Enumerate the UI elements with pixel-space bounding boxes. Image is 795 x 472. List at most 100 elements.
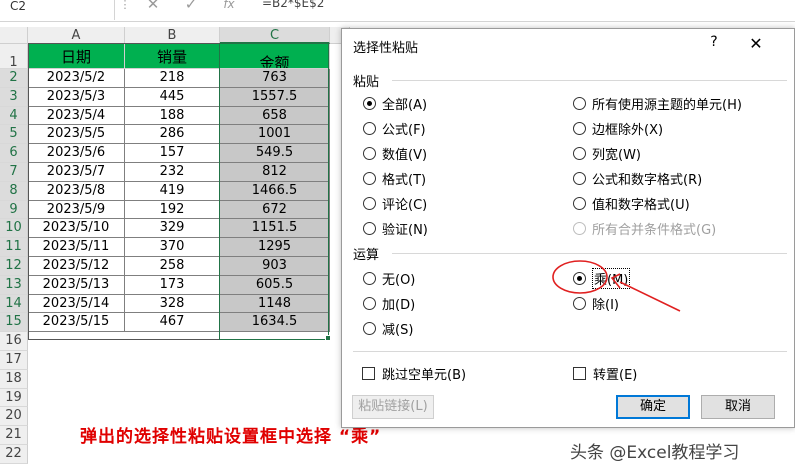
radio-button[interactable]	[573, 296, 586, 310]
table-cell[interactable]: 1001	[220, 125, 330, 145]
table-cell[interactable]: 1148	[220, 294, 330, 314]
table-cell[interactable]: 1295	[220, 238, 330, 257]
column-header-a[interactable]: A	[28, 27, 125, 44]
transpose-checkbox[interactable]: 转置(E)	[573, 363, 637, 383]
table-cell[interactable]: 1151.5	[220, 219, 330, 239]
skip-blanks-checkbox[interactable]: 跳过空单元(B)	[362, 363, 466, 383]
radio-button[interactable]	[573, 121, 586, 135]
row-header[interactable]: 11	[0, 238, 28, 257]
radio-option[interactable]: 减(S)	[363, 318, 413, 338]
table-cell[interactable]: 549.5	[220, 144, 330, 163]
radio-button[interactable]	[363, 171, 376, 185]
help-icon[interactable]: ?	[706, 34, 722, 52]
table-cell[interactable]: 605.5	[220, 275, 330, 295]
radio-option[interactable]: 边框除外(X)	[573, 118, 663, 138]
radio-button[interactable]	[363, 321, 376, 335]
row-header[interactable]: 13	[0, 275, 28, 295]
ok-button[interactable]: 确定	[616, 395, 690, 419]
radio-option[interactable]: 评论(C)	[363, 193, 427, 213]
radio-button[interactable]	[363, 296, 376, 310]
table-cell[interactable]: 1557.5	[220, 87, 330, 107]
checkbox-box[interactable]	[573, 366, 586, 380]
radio-option[interactable]: 所有使用源主题的单元(H)	[573, 93, 742, 113]
table-cell[interactable]: 445	[125, 87, 220, 107]
table-cell[interactable]: 2023/5/2	[28, 69, 125, 88]
row-header[interactable]: 7	[0, 163, 28, 182]
name-box[interactable]: C2	[0, 0, 115, 20]
row-header[interactable]: 6	[0, 144, 28, 163]
row-header[interactable]: 15	[0, 313, 28, 333]
column-header-c[interactable]: C	[220, 27, 330, 44]
radio-option[interactable]: 格式(T)	[363, 168, 426, 188]
table-cell[interactable]: 232	[125, 163, 220, 182]
checkbox-box[interactable]	[362, 366, 375, 380]
table-cell[interactable]: 329	[125, 219, 220, 239]
header-cell[interactable]: 销量	[125, 44, 220, 69]
row-header[interactable]: 22	[0, 445, 28, 464]
table-cell[interactable]: 2023/5/13	[28, 275, 125, 295]
radio-button[interactable]	[573, 171, 586, 185]
table-cell[interactable]: 2023/5/11	[28, 238, 125, 257]
table-cell[interactable]: 2023/5/3	[28, 87, 125, 107]
table-cell[interactable]: 328	[125, 294, 220, 314]
row-header[interactable]: 17	[0, 351, 28, 370]
table-cell[interactable]: 370	[125, 238, 220, 257]
table-cell[interactable]: 2023/5/10	[28, 219, 125, 239]
table-cell[interactable]: 1466.5	[220, 181, 330, 201]
row-header[interactable]: 5	[0, 125, 28, 145]
radio-button[interactable]	[363, 96, 376, 110]
radio-button[interactable]	[363, 121, 376, 135]
table-cell[interactable]: 258	[125, 257, 220, 276]
radio-option[interactable]: 乘(M)	[573, 267, 631, 289]
radio-option[interactable]: 公式和数字格式(R)	[573, 168, 702, 188]
row-header[interactable]: 2	[0, 69, 28, 88]
table-cell[interactable]: 173	[125, 275, 220, 295]
header-cell[interactable]: 金额	[220, 44, 330, 69]
radio-option[interactable]: 加(D)	[363, 293, 415, 313]
table-cell[interactable]: 188	[125, 106, 220, 126]
radio-option[interactable]: 验证(N)	[363, 218, 428, 238]
radio-option[interactable]: 除(I)	[573, 293, 619, 313]
header-cell[interactable]: 日期	[28, 44, 125, 69]
table-cell[interactable]: 157	[125, 144, 220, 163]
table-cell[interactable]: 672	[220, 200, 330, 220]
table-cell[interactable]: 812	[220, 163, 330, 182]
table-cell[interactable]: 2023/5/6	[28, 144, 125, 163]
row-header[interactable]: 4	[0, 106, 28, 126]
row-header[interactable]: 10	[0, 219, 28, 239]
row-header[interactable]: 1	[0, 44, 28, 70]
radio-button[interactable]	[573, 146, 586, 160]
column-header-b[interactable]: B	[125, 27, 220, 44]
radio-option[interactable]: 全部(A)	[363, 93, 427, 113]
table-cell[interactable]: 763	[220, 69, 330, 88]
table-cell[interactable]: 658	[220, 106, 330, 126]
radio-button[interactable]	[363, 196, 376, 210]
radio-option[interactable]: 数值(V)	[363, 143, 427, 163]
radio-button[interactable]	[573, 196, 586, 210]
row-header[interactable]: 21	[0, 426, 28, 445]
row-header[interactable]: 9	[0, 200, 28, 220]
row-header[interactable]: 12	[0, 257, 28, 276]
table-cell[interactable]: 419	[125, 181, 220, 201]
x-icon[interactable]: ✕	[140, 0, 166, 11]
table-cell[interactable]: 467	[125, 313, 220, 333]
row-header[interactable]: 19	[0, 388, 28, 408]
table-cell[interactable]: 2023/5/5	[28, 125, 125, 145]
row-header[interactable]: 18	[0, 369, 28, 389]
row-header[interactable]: 20	[0, 407, 28, 427]
radio-option[interactable]: 无(O)	[363, 268, 415, 288]
radio-button[interactable]	[573, 271, 586, 285]
radio-option[interactable]: 公式(F)	[363, 118, 426, 138]
table-cell[interactable]: 192	[125, 200, 220, 220]
radio-button[interactable]	[363, 146, 376, 160]
row-header[interactable]: 3	[0, 87, 28, 107]
table-cell[interactable]: 1634.5	[220, 313, 330, 333]
table-cell[interactable]: 2023/5/9	[28, 200, 125, 220]
select-all-corner[interactable]	[0, 27, 28, 44]
radio-button[interactable]	[363, 271, 376, 285]
cancel-button[interactable]: 取消	[701, 395, 775, 419]
table-cell[interactable]: 2023/5/12	[28, 257, 125, 276]
table-cell[interactable]: 2023/5/15	[28, 313, 125, 333]
row-header[interactable]: 14	[0, 294, 28, 314]
check-icon[interactable]: ✓	[178, 0, 204, 11]
